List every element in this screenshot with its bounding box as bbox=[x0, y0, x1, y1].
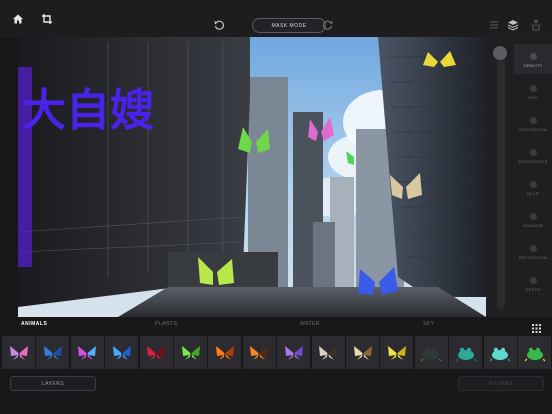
adjustment-item-depth[interactable]: DEPTH bbox=[514, 268, 552, 298]
adjustment-dot-icon bbox=[529, 85, 537, 92]
adjustment-dot-icon bbox=[529, 245, 537, 252]
home-icon[interactable] bbox=[9, 10, 27, 28]
butterfly-swallowtail-icon bbox=[319, 345, 338, 360]
layers-stack-icon[interactable] bbox=[504, 16, 522, 34]
asset-thumbnail[interactable] bbox=[311, 336, 345, 369]
adjustment-dot-icon bbox=[529, 53, 537, 60]
adjustment-item-hue[interactable]: HUE bbox=[514, 76, 552, 106]
share-icon[interactable] bbox=[527, 16, 545, 34]
filters-button[interactable]: FILTERS bbox=[458, 376, 544, 391]
neon-sign-text: 大自嫂 bbox=[22, 85, 154, 136]
top-toolbar: MASK MODE bbox=[0, 0, 552, 38]
intensity-slider-knob[interactable] bbox=[493, 46, 507, 60]
adjustment-list: OPACITY HUE SATURATION BRIGHTNESS BLUR SHADOW… bbox=[514, 44, 552, 314]
frog-dark-icon bbox=[420, 347, 442, 361]
butterfly-yellow-icon bbox=[387, 345, 406, 360]
list-icon[interactable] bbox=[485, 16, 503, 34]
asset-thumbnail[interactable] bbox=[518, 336, 551, 369]
intensity-slider-track[interactable] bbox=[497, 46, 505, 309]
photo-canvas[interactable]: 大自嫂 bbox=[18, 37, 486, 317]
redo-icon[interactable] bbox=[319, 16, 337, 34]
crop-icon[interactable] bbox=[38, 10, 56, 28]
adjustment-dot-icon bbox=[529, 213, 537, 220]
mask-mode-button[interactable]: MASK MODE bbox=[252, 18, 326, 33]
frog-aqua-icon bbox=[489, 347, 511, 361]
adjustment-label: REFLECTION bbox=[518, 255, 548, 260]
tab-animals[interactable]: ANIMALS bbox=[21, 321, 47, 327]
tab-plants[interactable]: PLANTS bbox=[155, 321, 177, 327]
adjustment-label: BLUR bbox=[527, 191, 539, 196]
asset-thumbnail[interactable] bbox=[208, 336, 242, 369]
butterfly-violet-icon bbox=[284, 345, 303, 360]
adjustment-item-brightness[interactable]: BRIGHTNESS bbox=[514, 140, 552, 170]
adjustment-label: SATURATION bbox=[518, 127, 548, 132]
asset-thumbnail[interactable] bbox=[2, 336, 35, 369]
asset-thumbnail[interactable] bbox=[70, 336, 104, 369]
adjustment-item-saturation[interactable]: SATURATION bbox=[514, 108, 552, 138]
adjustment-label: HUE bbox=[528, 95, 538, 100]
frog-teal-icon bbox=[455, 347, 477, 361]
asset-thumbnail[interactable] bbox=[277, 336, 311, 369]
grid-icon[interactable] bbox=[532, 320, 541, 333]
layers-button[interactable]: LAYERS bbox=[10, 376, 96, 391]
butterfly-blue-icon bbox=[43, 345, 62, 360]
butterfly-monarch-icon bbox=[250, 345, 269, 360]
adjustment-item-reflection[interactable]: REFLECTION bbox=[514, 236, 552, 266]
adjustment-label: BRIGHTNESS bbox=[518, 159, 548, 164]
butterfly-tan-icon bbox=[353, 345, 372, 360]
asset-thumbnail-row bbox=[0, 336, 552, 370]
adjustment-dot-icon bbox=[529, 149, 537, 156]
adjustment-label: SHADOW bbox=[523, 223, 543, 228]
tab-sky[interactable]: SKY bbox=[423, 321, 435, 327]
butterfly-red-icon bbox=[147, 345, 166, 360]
adjustment-dot-icon bbox=[529, 277, 537, 284]
asset-thumbnail[interactable] bbox=[449, 336, 483, 369]
city-scene-image: 大自嫂 bbox=[18, 37, 486, 317]
tab-water[interactable]: WATER bbox=[300, 321, 320, 327]
asset-thumbnail[interactable] bbox=[414, 336, 448, 369]
adjustment-item-blur[interactable]: BLUR bbox=[514, 172, 552, 202]
adjustment-item-shadow[interactable]: SHADOW bbox=[514, 204, 552, 234]
frog-green-icon bbox=[524, 347, 545, 361]
butterfly-cyan-icon bbox=[112, 345, 131, 360]
asset-thumbnail[interactable] bbox=[380, 336, 414, 369]
adjustment-label: DEPTH bbox=[525, 287, 541, 292]
adjustment-label: OPACITY bbox=[523, 63, 543, 68]
asset-thumbnail[interactable] bbox=[36, 336, 70, 369]
asset-thumbnail[interactable] bbox=[174, 336, 207, 369]
asset-thumbnail[interactable] bbox=[105, 336, 139, 369]
asset-thumbnail[interactable] bbox=[242, 336, 276, 369]
butterfly-pink-icon bbox=[9, 345, 28, 360]
undo-icon[interactable] bbox=[210, 16, 228, 34]
asset-thumbnail[interactable] bbox=[483, 336, 517, 369]
butterfly-magenta-icon bbox=[78, 345, 97, 360]
butterfly-green-icon bbox=[181, 345, 200, 360]
butterfly-orange-icon bbox=[215, 345, 234, 360]
asset-thumbnail[interactable] bbox=[139, 336, 173, 369]
adjustment-dot-icon bbox=[529, 117, 537, 124]
adjustment-item-opacity[interactable]: OPACITY bbox=[514, 44, 552, 74]
asset-thumbnail[interactable] bbox=[346, 336, 379, 369]
adjustment-dot-icon bbox=[529, 181, 537, 188]
